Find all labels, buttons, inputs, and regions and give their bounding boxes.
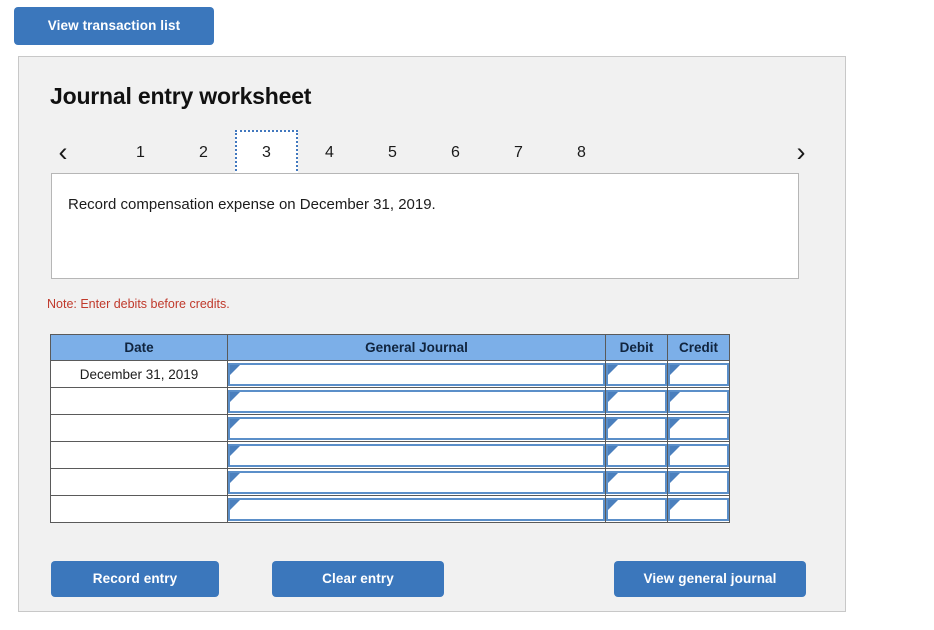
general-journal-field-wrapper — [228, 471, 605, 494]
general-journal-field-wrapper — [228, 363, 605, 386]
credit-field-wrapper — [668, 417, 729, 440]
general-journal-input[interactable] — [239, 500, 602, 519]
column-header-general-journal: General Journal — [228, 335, 606, 361]
debit-input[interactable] — [617, 473, 664, 492]
pager-page-list: 12345678 — [109, 130, 613, 175]
pager-page-1[interactable]: 1 — [109, 130, 172, 175]
general-journal-input[interactable] — [239, 365, 602, 384]
cell-general-journal — [228, 469, 606, 496]
credit-input[interactable] — [679, 446, 726, 465]
cell-general-journal — [228, 496, 606, 523]
table-row: December 31, 2019 — [51, 361, 730, 388]
table-row — [51, 388, 730, 415]
table-row — [51, 496, 730, 523]
cell-general-journal — [228, 361, 606, 388]
cell-date — [51, 415, 228, 442]
table-body: December 31, 2019 — [51, 361, 730, 523]
cell-debit — [606, 442, 668, 469]
column-header-credit: Credit — [668, 335, 730, 361]
general-journal-table: Date General Journal Debit Credit Decemb… — [50, 334, 730, 523]
cell-credit — [668, 469, 730, 496]
cell-general-journal — [228, 415, 606, 442]
debit-field-wrapper — [606, 417, 667, 440]
cell-credit — [668, 442, 730, 469]
cell-debit — [606, 496, 668, 523]
credit-input[interactable] — [679, 419, 726, 438]
debit-field-wrapper — [606, 363, 667, 386]
table-row — [51, 442, 730, 469]
debits-before-credits-note: Note: Enter debits before credits. — [47, 297, 230, 311]
credit-field-wrapper — [668, 363, 729, 386]
cell-date — [51, 469, 228, 496]
cell-date — [51, 496, 228, 523]
cell-debit — [606, 388, 668, 415]
general-journal-input[interactable] — [239, 446, 602, 465]
instruction-text: Record compensation expense on December … — [68, 196, 436, 213]
general-journal-input[interactable] — [239, 473, 602, 492]
general-journal-input[interactable] — [239, 419, 602, 438]
page-title: Journal entry worksheet — [50, 83, 311, 110]
worksheet-pager: ‹ 12345678 › — [47, 130, 817, 175]
column-header-date: Date — [51, 335, 228, 361]
general-journal-field-wrapper — [228, 444, 605, 467]
credit-field-wrapper — [668, 471, 729, 494]
cell-debit — [606, 469, 668, 496]
pager-page-4[interactable]: 4 — [298, 130, 361, 175]
cell-date — [51, 442, 228, 469]
cell-credit — [668, 388, 730, 415]
debit-input[interactable] — [617, 419, 664, 438]
credit-input[interactable] — [679, 392, 726, 411]
general-journal-field-wrapper — [228, 417, 605, 440]
pager-page-7[interactable]: 7 — [487, 130, 550, 175]
table-header-row: Date General Journal Debit Credit — [51, 335, 730, 361]
record-entry-button[interactable]: Record entry — [51, 561, 219, 597]
pager-page-6[interactable]: 6 — [424, 130, 487, 175]
table-row — [51, 415, 730, 442]
clear-entry-button[interactable]: Clear entry — [272, 561, 444, 597]
debit-field-wrapper — [606, 498, 667, 521]
debit-input[interactable] — [617, 500, 664, 519]
cell-general-journal — [228, 442, 606, 469]
cell-general-journal — [228, 388, 606, 415]
instruction-box: Record compensation expense on December … — [51, 173, 799, 279]
cell-credit — [668, 496, 730, 523]
chevron-left-icon[interactable]: ‹ — [47, 130, 79, 175]
chevron-right-icon[interactable]: › — [785, 130, 817, 175]
cell-credit — [668, 361, 730, 388]
cell-credit — [668, 415, 730, 442]
cell-debit — [606, 361, 668, 388]
worksheet-panel: Journal entry worksheet ‹ 12345678 › Rec… — [18, 56, 846, 612]
cell-debit — [606, 415, 668, 442]
credit-field-wrapper — [668, 444, 729, 467]
credit-input[interactable] — [679, 473, 726, 492]
view-general-journal-button[interactable]: View general journal — [614, 561, 806, 597]
credit-input[interactable] — [679, 500, 726, 519]
cell-date — [51, 388, 228, 415]
debit-field-wrapper — [606, 471, 667, 494]
pager-page-5[interactable]: 5 — [361, 130, 424, 175]
debit-input[interactable] — [617, 365, 664, 384]
credit-field-wrapper — [668, 390, 729, 413]
debit-field-wrapper — [606, 390, 667, 413]
general-journal-field-wrapper — [228, 498, 605, 521]
journal-entry-worksheet-screen: View transaction list Journal entry work… — [0, 0, 934, 630]
credit-input[interactable] — [679, 365, 726, 384]
credit-field-wrapper — [668, 498, 729, 521]
general-journal-input[interactable] — [239, 392, 602, 411]
pager-page-8[interactable]: 8 — [550, 130, 613, 175]
pager-page-3[interactable]: 3 — [235, 130, 298, 175]
debit-input[interactable] — [617, 392, 664, 411]
debit-input[interactable] — [617, 446, 664, 465]
view-transaction-list-button[interactable]: View transaction list — [14, 7, 214, 45]
general-journal-field-wrapper — [228, 390, 605, 413]
column-header-debit: Debit — [606, 335, 668, 361]
cell-date: December 31, 2019 — [51, 361, 228, 388]
pager-page-2[interactable]: 2 — [172, 130, 235, 175]
debit-field-wrapper — [606, 444, 667, 467]
table-row — [51, 469, 730, 496]
